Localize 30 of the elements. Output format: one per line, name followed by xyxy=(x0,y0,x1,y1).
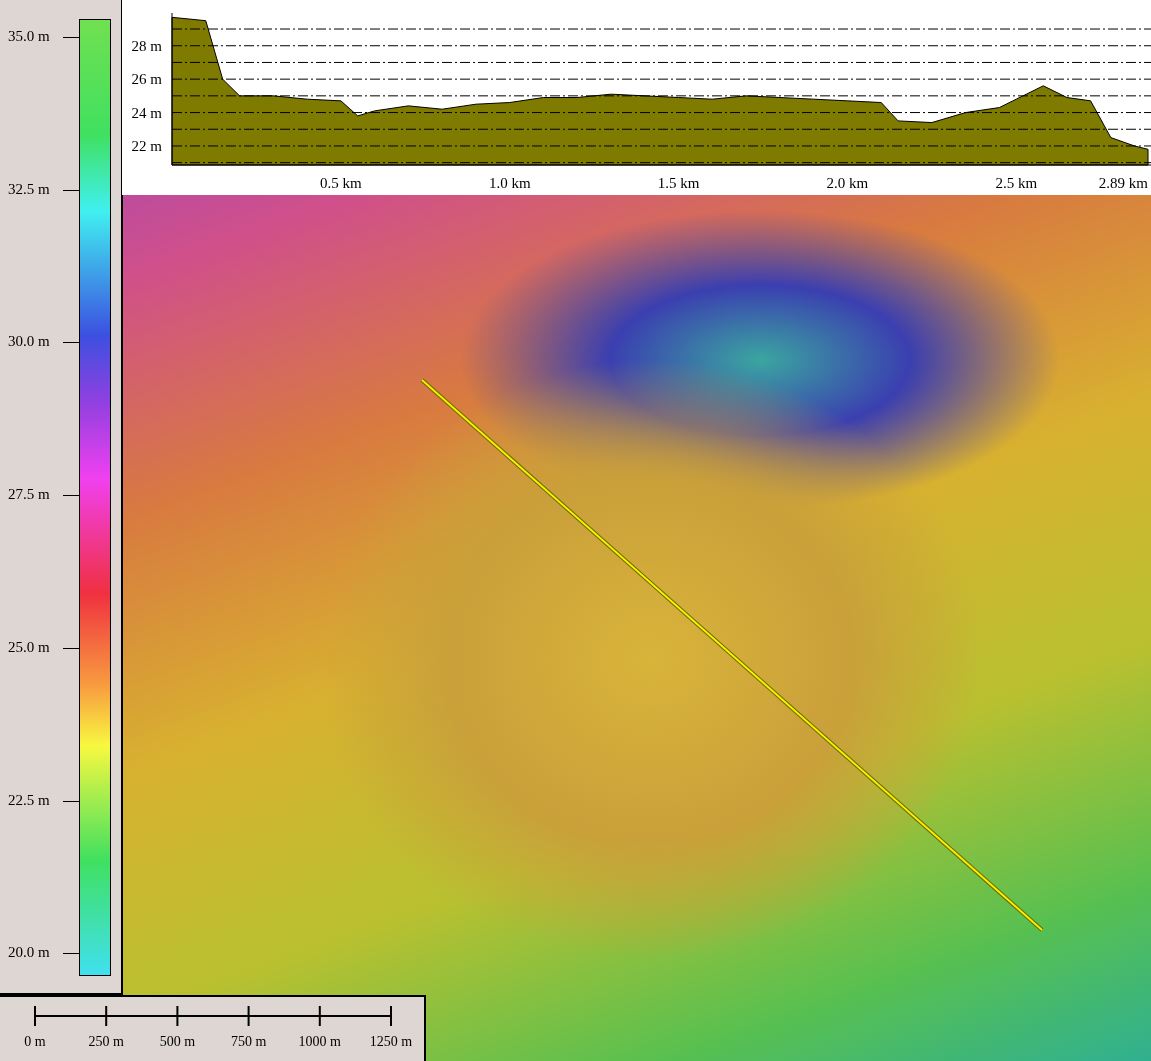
x-axis-label: 1.5 km xyxy=(657,175,700,191)
scale-label: 250 m xyxy=(88,1034,124,1050)
x-axis-label: 2.0 km xyxy=(826,175,869,191)
x-axis-label: 2.89 km xyxy=(1098,175,1148,191)
y-axis-label: 22 m xyxy=(131,137,162,154)
legend-label: 25.0 m xyxy=(8,638,50,656)
y-axis-label: 26 m xyxy=(131,71,162,88)
legend-tick xyxy=(63,37,79,38)
legend-label: 32.5 m xyxy=(8,180,50,198)
legend-tick xyxy=(63,800,79,802)
x-axis-label: 0.5 km xyxy=(320,175,362,191)
x-axis-label: 2.5 km xyxy=(995,175,1038,191)
scale-label: 0 m xyxy=(24,1034,46,1050)
legend-label: 35.0 m xyxy=(8,28,50,45)
y-axis-label: 28 m xyxy=(131,37,162,54)
scale-label: 1250 m xyxy=(369,1034,413,1050)
legend-label: 22.5 m xyxy=(8,791,50,809)
legend-tick xyxy=(63,953,79,955)
scale-label: 750 m xyxy=(230,1034,267,1050)
legend-tick xyxy=(63,342,79,344)
legend-tick xyxy=(63,495,79,497)
scale-label: 500 m xyxy=(159,1034,196,1050)
legend-label: 20.0 m xyxy=(8,944,50,962)
legend-tick xyxy=(63,189,79,191)
x-axis-label: 1.0 km xyxy=(488,175,531,191)
legend-label: 30.0 m xyxy=(8,333,50,351)
legend-label: 27.5 m xyxy=(8,486,50,504)
scale-label: 1000 m xyxy=(298,1034,341,1050)
legend-tick xyxy=(63,647,79,649)
y-axis-label: 24 m xyxy=(131,104,162,121)
